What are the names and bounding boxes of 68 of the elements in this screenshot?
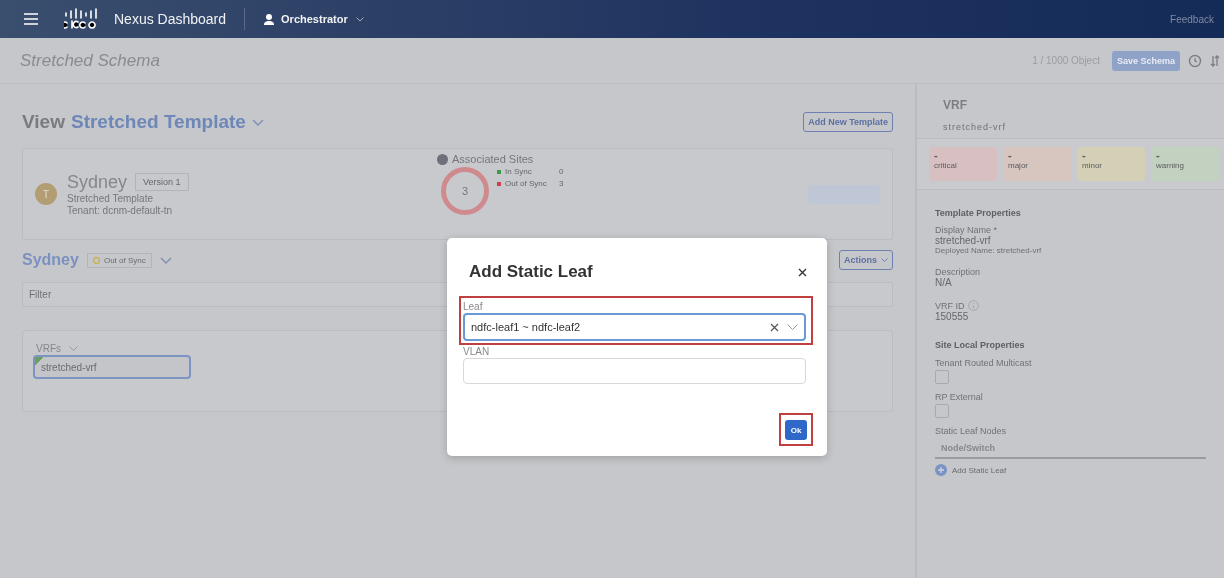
caret-icon — [881, 258, 888, 262]
vlan-field[interactable] — [463, 358, 806, 384]
select-value: ndfc-leaf1 ~ ndfc-leaf2 — [471, 321, 581, 333]
version-tag: Version 1 — [135, 173, 189, 191]
field-label: Static Leaf Nodes — [935, 426, 1008, 436]
user-icon — [263, 13, 276, 25]
template-type: Stretched Template — [67, 192, 154, 205]
panel-title: VRF — [943, 98, 968, 112]
field-label: VLAN — [463, 346, 491, 357]
save-schema-button[interactable]: Save Schema — [1111, 50, 1180, 71]
vrf-item[interactable]: stretched-vrf — [33, 355, 191, 379]
checkbox[interactable] — [935, 370, 949, 384]
tenant-name: Tenant: dcnm-default-tn — [67, 204, 174, 217]
chevron-down-icon[interactable] — [787, 324, 798, 330]
section-title: Template Properties — [935, 208, 1022, 218]
chevron-down-icon[interactable] — [159, 256, 172, 264]
chevron-down-icon — [251, 118, 264, 126]
vrfs-title: VRFs — [36, 343, 61, 354]
template-avatar: T — [35, 183, 57, 205]
leaf-select[interactable]: ndfc-leaf1 ~ ndfc-leaf2 — [463, 313, 806, 341]
ok-button[interactable]: Ok — [785, 420, 807, 440]
field-label: Description — [935, 267, 982, 277]
view-label: View — [22, 111, 65, 133]
warning-icon — [92, 256, 100, 264]
actions-button[interactable]: Actions — [839, 250, 893, 270]
template-dropdown[interactable]: Stretched Template — [70, 111, 264, 133]
legend-count: 3 — [559, 179, 564, 188]
field-value: stretched-vrf — [935, 235, 992, 246]
severity-card: - warning — [1151, 147, 1219, 181]
app-name: Nexus Dashboard — [114, 11, 227, 27]
dialog-title: Add Static Leaf — [469, 262, 593, 282]
feedback-link[interactable]: Feedback — [1170, 13, 1214, 25]
add-new-template-button[interactable]: Add New Template — [803, 112, 893, 132]
checkbox-label: RP External — [935, 392, 984, 402]
legend-label: Out of Sync — [505, 179, 548, 188]
panel-subtitle: stretched-vrf — [943, 122, 1007, 132]
field-value: N/A — [935, 277, 953, 288]
plus-icon — [935, 464, 947, 476]
sites-ring: 3 — [441, 167, 489, 215]
history-icon[interactable] — [1188, 53, 1202, 68]
site-name: Sydney — [22, 251, 79, 269]
section-title: Site Local Properties — [935, 340, 1026, 350]
template-name: Sydney — [67, 171, 128, 193]
field-label: Leaf — [463, 301, 484, 312]
legend-label: In Sync — [505, 167, 533, 176]
caret-icon — [355, 16, 364, 22]
legend-count: 0 — [559, 167, 564, 176]
column-header: Node/Switch — [935, 439, 1206, 459]
service-dropdown[interactable]: Orchestrator — [281, 13, 364, 25]
status-badge: Out of Sync — [86, 252, 152, 268]
chevron-down-icon[interactable] — [69, 346, 78, 351]
field-label: VRF ID — [935, 300, 965, 311]
menu-icon[interactable] — [24, 13, 38, 25]
field-value: 150555 — [935, 311, 970, 322]
deployed-name: Deployed Name: stretched-vrf — [935, 246, 1043, 255]
severity-card: - major — [1003, 147, 1071, 181]
add-static-leaf-button[interactable]: Add Static Leaf — [935, 464, 1007, 476]
close-icon[interactable] — [798, 267, 807, 277]
checkbox-label: Tenant Routed Multicast — [935, 358, 1033, 368]
checkbox[interactable] — [935, 404, 949, 418]
field-label: Display Name * — [935, 225, 999, 235]
severity-card: - minor — [1077, 147, 1145, 181]
associated-sites-title: Associated Sites — [452, 153, 534, 165]
clear-icon[interactable] — [770, 322, 779, 332]
severity-card: - critical — [929, 147, 997, 181]
refresh-icon[interactable] — [1210, 53, 1220, 68]
logo-icon — [64, 8, 100, 30]
schema-title: Stretched Schema — [20, 50, 160, 71]
